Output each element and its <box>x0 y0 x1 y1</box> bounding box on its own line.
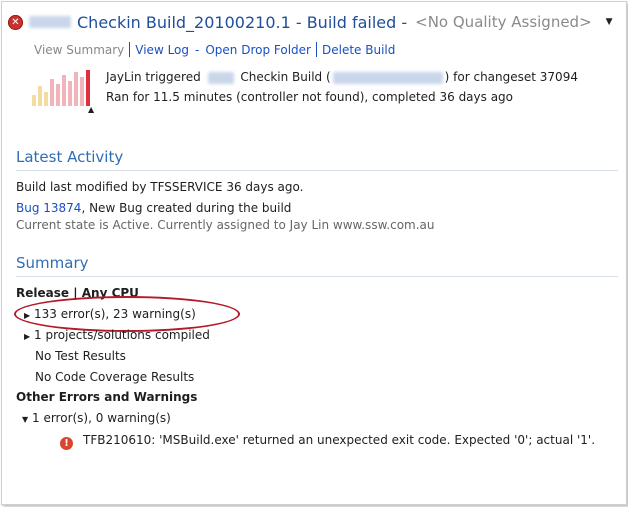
open-drop-folder-link[interactable]: Open Drop Folder <box>205 43 311 57</box>
build-action-links: View Summary View Log - Open Drop Folder… <box>34 42 395 57</box>
test-results-text: No Test Results <box>35 349 126 363</box>
history-bar-partial[interactable] <box>38 86 42 106</box>
redacted-text <box>207 71 234 84</box>
history-bar-failed[interactable] <box>62 75 66 106</box>
trigger-user-text: JayLin triggered <box>106 70 201 84</box>
error-detail-row: ! TFB210610: 'MSBuild.exe' returned an un… <box>60 433 595 450</box>
quality-selector[interactable]: <No Quality Assigned> <box>415 13 592 31</box>
bug-description: , New Bug created during the build <box>81 201 292 215</box>
build-failed-icon: ✕ <box>8 14 23 30</box>
build-history-chart[interactable] <box>32 70 90 106</box>
view-log-link[interactable]: View Log <box>135 43 189 57</box>
code-coverage-text: No Code Coverage Results <box>35 370 195 384</box>
bug-activity-line: Bug 13874, New Bug created during the bu… <box>16 201 291 215</box>
build-details-window: ✕ Checkin Build_20100210.1 - Build faile… <box>1 1 627 505</box>
last-modified-text: Build last modified by TFSSERVICE 36 day… <box>16 180 304 194</box>
section-divider <box>16 276 618 277</box>
history-bar-partial[interactable] <box>44 92 48 106</box>
annotation-oval <box>14 296 240 332</box>
redacted-text <box>332 71 443 84</box>
bug-state-text: Current state is Active. Currently assig… <box>16 218 435 232</box>
expand-triangle-icon[interactable]: ▶ <box>24 332 34 341</box>
other-errors-text: 1 error(s), 0 warning(s) <box>32 411 171 425</box>
view-summary-link: View Summary <box>34 42 125 57</box>
history-bar-failed[interactable] <box>80 77 84 106</box>
summary-heading: Summary <box>16 254 89 272</box>
projects-row[interactable]: ▶ 1 projects/solutions compiled <box>24 328 210 342</box>
section-divider <box>16 170 618 171</box>
link-separator-dash: - <box>195 42 200 57</box>
latest-activity-heading: Latest Activity <box>16 148 124 166</box>
link-separator <box>316 42 317 57</box>
redacted-text <box>29 16 71 28</box>
link-separator <box>129 42 131 57</box>
history-bar-partial[interactable] <box>32 95 36 106</box>
triangle-down-icon[interactable]: ▼ <box>606 17 613 27</box>
bug-link[interactable]: Bug 13874 <box>16 201 81 215</box>
projects-text: 1 projects/solutions compiled <box>34 328 210 342</box>
history-bar-failed[interactable] <box>56 84 60 106</box>
trigger-changeset-text: ) for changeset 37094 <box>444 70 578 84</box>
delete-build-link[interactable]: Delete Build <box>322 43 395 57</box>
history-bar-failed[interactable] <box>74 72 78 106</box>
build-title: Checkin Build_20100210.1 - Build failed … <box>77 12 408 32</box>
collapse-triangle-icon[interactable]: ▼ <box>22 415 32 424</box>
error-detail-text: TFB210610: 'MSBuild.exe' returned an une… <box>83 433 596 447</box>
current-build-marker-icon: ▲ <box>88 105 95 114</box>
trigger-definition-text: Checkin Build ( <box>240 70 331 84</box>
build-title-bar: ✕ Checkin Build_20100210.1 - Build faile… <box>8 10 613 34</box>
history-bar-failed-current[interactable] <box>86 70 90 106</box>
build-run-info: Ran for 11.5 minutes (controller not fou… <box>106 90 514 104</box>
other-errors-row[interactable]: ▼ 1 error(s), 0 warning(s) <box>22 411 171 425</box>
error-icon: ! <box>60 437 73 450</box>
history-bar-failed[interactable] <box>50 79 54 106</box>
other-errors-heading: Other Errors and Warnings <box>16 390 198 404</box>
history-bar-failed[interactable] <box>68 81 72 106</box>
build-trigger-line: JayLin triggered Checkin Build ( ) for ch… <box>106 70 578 84</box>
